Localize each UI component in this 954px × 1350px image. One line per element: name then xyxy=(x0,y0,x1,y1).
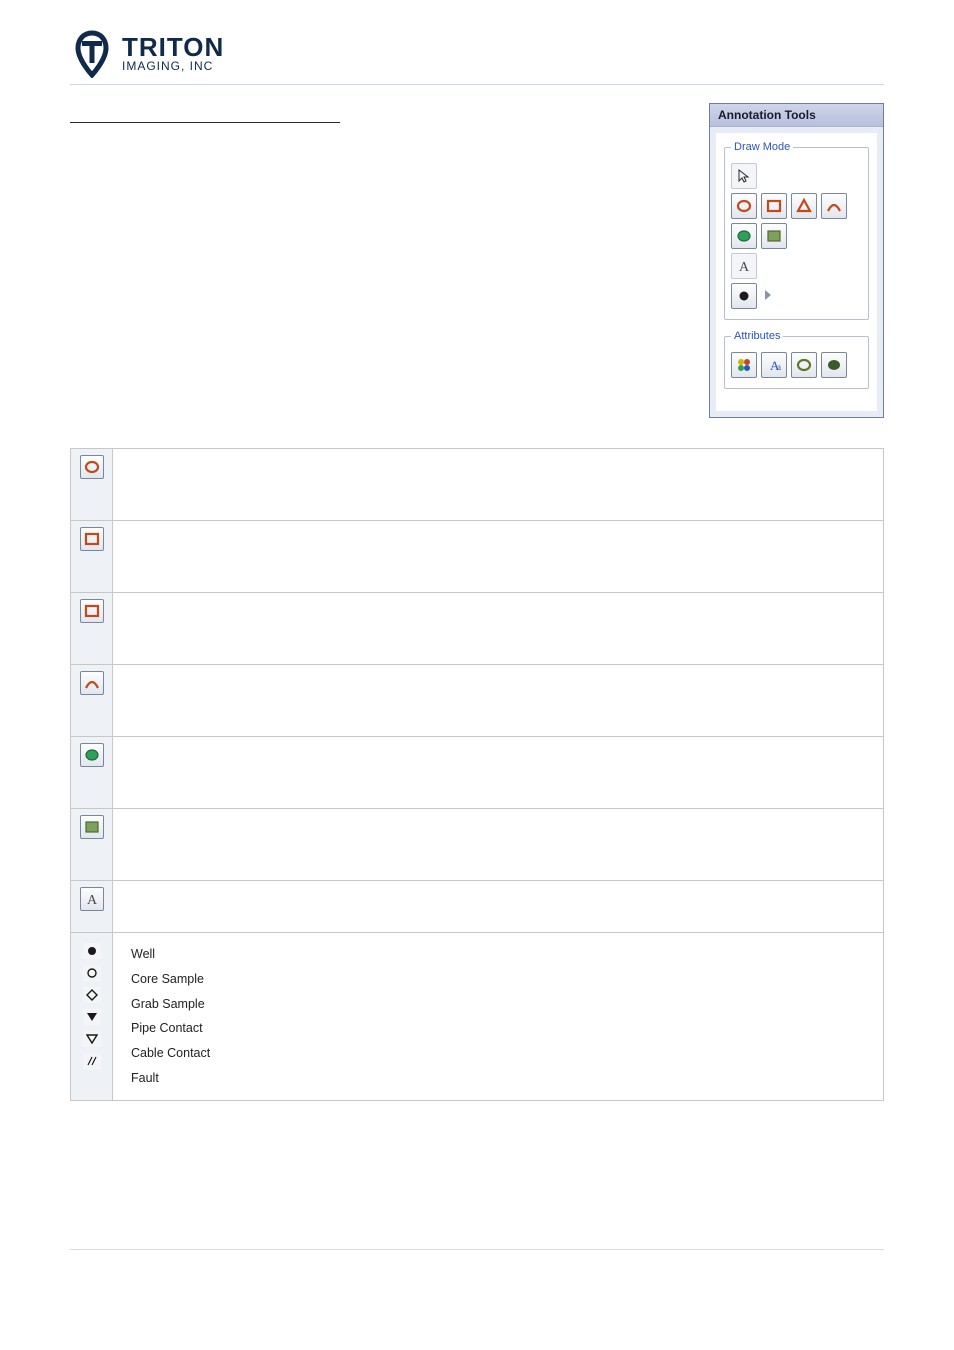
annotation-tools-panel: Annotation Tools Draw Mode xyxy=(709,103,884,418)
ellipse-tool-icon-cell xyxy=(71,449,113,521)
triton-logo: TRITON IMAGING, INC xyxy=(70,30,884,78)
pipe-contact-label: Pipe Contact xyxy=(131,1019,873,1038)
text-tool-button[interactable]: A xyxy=(731,253,757,279)
fill-attr-button[interactable] xyxy=(821,352,847,378)
rectangle-tool-description xyxy=(113,521,884,593)
rectangle2-tool-icon-cell xyxy=(71,593,113,665)
logo-name: TRITON xyxy=(122,34,224,60)
filled-ellipse-tool-button[interactable] xyxy=(731,223,757,249)
outline-attr-button[interactable] xyxy=(791,352,817,378)
arc-tool-description xyxy=(113,665,884,737)
draw-mode-legend: Draw Mode xyxy=(731,141,793,153)
symbol-labels-cell: Well Core Sample Grab Sample Pipe Contac… xyxy=(113,933,884,1101)
text-tool-icon-cell: A xyxy=(71,881,113,933)
logo-subtitle: IMAGING, INC xyxy=(122,60,224,73)
filled-ellipse-tool-icon-cell xyxy=(71,737,113,809)
svg-text:A: A xyxy=(86,893,97,907)
color-attr-button[interactable] xyxy=(731,352,757,378)
well-label: Well xyxy=(131,945,873,964)
font-attr-button[interactable]: Aa xyxy=(761,352,787,378)
core-sample-label: Core Sample xyxy=(131,970,873,989)
pipe-contact-symbol-icon xyxy=(83,1009,101,1025)
cable-contact-symbol-icon xyxy=(83,1031,101,1047)
attributes-legend: Attributes xyxy=(731,330,783,342)
rectangle-tool-button[interactable] xyxy=(761,193,787,219)
svg-text:a: a xyxy=(777,362,781,372)
filled-rectangle-tool-description xyxy=(113,809,884,881)
symbol-tool-button[interactable] xyxy=(731,283,757,309)
section-title-underline xyxy=(70,103,340,123)
draw-mode-group: Draw Mode xyxy=(724,141,869,320)
attributes-group: Attributes Aa xyxy=(724,330,869,389)
text-tool-description xyxy=(113,881,884,933)
logo-mark-icon xyxy=(70,30,114,78)
filled-rectangle-tool-button[interactable] xyxy=(761,223,787,249)
core-sample-symbol-icon xyxy=(83,965,101,981)
filled-rectangle-tool-icon-cell xyxy=(71,809,113,881)
grab-sample-symbol-icon xyxy=(83,987,101,1003)
cable-contact-label: Cable Contact xyxy=(131,1044,873,1063)
grab-sample-label: Grab Sample xyxy=(131,995,873,1014)
panel-title: Annotation Tools xyxy=(710,104,883,127)
rectangle2-tool-description xyxy=(113,593,884,665)
arc-tool-button[interactable] xyxy=(821,193,847,219)
ellipse-tool-description xyxy=(113,449,884,521)
symbol-icons-cell xyxy=(71,933,113,1101)
footer-divider xyxy=(70,1249,884,1250)
svg-text:A: A xyxy=(739,260,750,274)
ellipse-tool-button[interactable] xyxy=(731,193,757,219)
well-symbol-icon xyxy=(83,943,101,959)
document-header: TRITON IMAGING, INC xyxy=(70,30,884,85)
pointer-tool-button[interactable] xyxy=(731,163,757,189)
arc-tool-icon-cell xyxy=(71,665,113,737)
fault-symbol-icon xyxy=(83,1053,101,1069)
fault-label: Fault xyxy=(131,1069,873,1088)
rectangle-tool-icon-cell xyxy=(71,521,113,593)
tools-description-table: A Well Core Sample Grab Sample xyxy=(70,448,884,1101)
filled-ellipse-tool-description xyxy=(113,737,884,809)
triangle-tool-button[interactable] xyxy=(791,193,817,219)
symbol-expand-icon[interactable] xyxy=(761,289,775,304)
